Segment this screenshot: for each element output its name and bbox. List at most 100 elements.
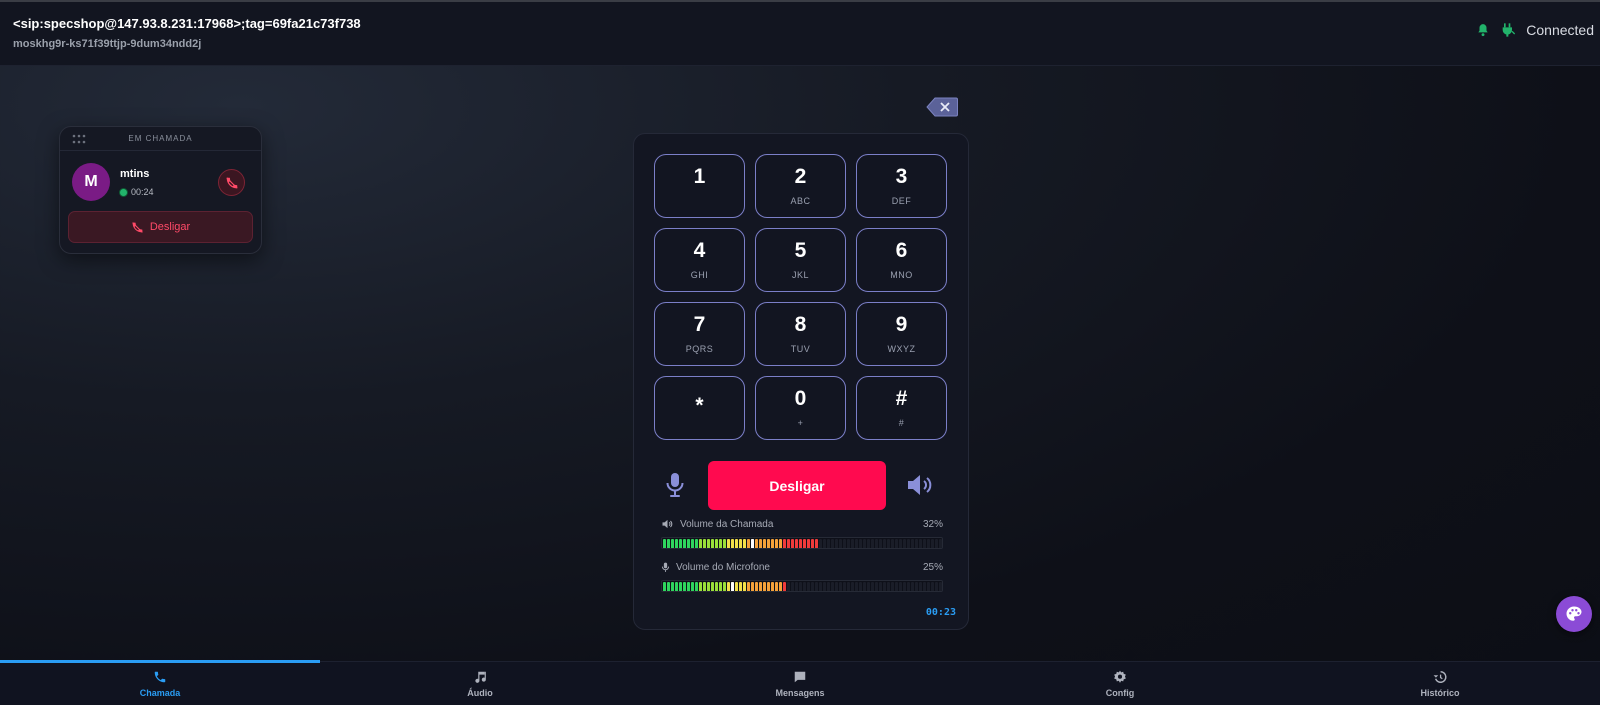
mini-hangup-button[interactable]: Desligar xyxy=(68,211,253,243)
phone-off-icon xyxy=(132,221,143,233)
meter-segment xyxy=(783,539,786,548)
key-6[interactable]: 6 MNO xyxy=(856,228,947,292)
tab-chamada[interactable]: Chamada xyxy=(0,662,320,705)
meter-segment xyxy=(763,582,766,591)
meter-segment xyxy=(935,582,938,591)
key-2[interactable]: 2 ABC xyxy=(755,154,846,218)
key-letters: PQRS xyxy=(685,344,714,354)
meter-segment xyxy=(739,582,742,591)
backspace-icon[interactable] xyxy=(926,97,958,117)
meter-segment xyxy=(907,539,910,548)
call-volume-meter[interactable] xyxy=(661,537,943,549)
theme-button[interactable] xyxy=(1556,596,1592,632)
meter-segment xyxy=(919,582,922,591)
meter-segment xyxy=(815,582,818,591)
meter-segment xyxy=(899,582,902,591)
microphone-icon[interactable] xyxy=(664,472,686,498)
hangup-button[interactable]: Desligar xyxy=(708,461,886,510)
key-8[interactable]: 8 TUV xyxy=(755,302,846,366)
mini-hangup-icon-button[interactable] xyxy=(218,169,245,196)
meter-segment xyxy=(843,539,846,548)
meter-segment xyxy=(843,582,846,591)
tab-label: Mensagens xyxy=(775,688,825,698)
meter-segment xyxy=(735,539,738,548)
microphone-small-icon xyxy=(661,562,670,572)
meter-segment xyxy=(695,539,698,548)
key-digit: # xyxy=(895,387,908,410)
meter-segment xyxy=(719,582,722,591)
key-3[interactable]: 3 DEF xyxy=(856,154,947,218)
key-letters: TUV xyxy=(790,344,811,354)
call-volume-control: Volume da Chamada 32% xyxy=(661,518,943,549)
key-star[interactable]: * xyxy=(654,376,745,440)
key-0[interactable]: 0 + xyxy=(755,376,846,440)
elapsed-time: 00:24 xyxy=(131,187,154,197)
tab-label: Chamada xyxy=(139,688,181,698)
meter-segment xyxy=(711,582,714,591)
meter-segment xyxy=(747,539,750,548)
meter-segment xyxy=(783,582,786,591)
meter-segment xyxy=(687,539,690,548)
in-call-widget[interactable]: EM CHAMADA M mtins 00:24 Desligar xyxy=(59,126,262,254)
speaker-icon[interactable] xyxy=(906,473,934,497)
key-5[interactable]: 5 JKL xyxy=(755,228,846,292)
meter-segment xyxy=(755,539,758,548)
meter-segment xyxy=(775,582,778,591)
meter-segment xyxy=(863,539,866,548)
meter-segment xyxy=(883,539,886,548)
meter-segment xyxy=(667,539,670,548)
meter-segment xyxy=(711,539,714,548)
meter-segment xyxy=(735,582,738,591)
meter-segment xyxy=(891,539,894,548)
meter-segment xyxy=(835,582,838,591)
meter-segment xyxy=(855,582,858,591)
key-letters: JKL xyxy=(791,270,809,280)
meter-segment xyxy=(799,539,802,548)
tab-audio[interactable]: Áudio xyxy=(320,662,640,705)
tab-historico[interactable]: Histórico xyxy=(1280,662,1600,705)
meter-segment xyxy=(859,539,862,548)
music-icon xyxy=(475,671,486,683)
meter-thumb[interactable] xyxy=(751,539,754,548)
meter-segment xyxy=(779,582,782,591)
key-digit: 4 xyxy=(693,239,706,262)
plug-icon xyxy=(1502,23,1516,37)
meter-segment xyxy=(811,582,814,591)
bottom-nav: Chamada Áudio Mensagens Config Histórico xyxy=(0,660,1600,705)
key-hash[interactable]: # # xyxy=(856,376,947,440)
meter-segment xyxy=(903,582,906,591)
meter-thumb[interactable] xyxy=(731,582,734,591)
meter-segment xyxy=(731,539,734,548)
meter-segment xyxy=(831,582,834,591)
mic-volume-meter[interactable] xyxy=(661,580,943,592)
tab-config[interactable]: Config xyxy=(960,662,1280,705)
meter-segment xyxy=(699,539,702,548)
bell-icon[interactable] xyxy=(1476,23,1490,37)
app-header: <sip:specshop@147.93.8.231:17968>;tag=69… xyxy=(0,2,1600,66)
keypad-grid: 1 2 ABC 3 DEF 4 GHI 5 JKL 6 MNO 7 PQRS 8 TUV 9 W… xyxy=(654,154,947,440)
meter-segment xyxy=(883,582,886,591)
meter-segment xyxy=(935,539,938,548)
key-letters: WXYZ xyxy=(887,344,916,354)
meter-segment xyxy=(715,582,718,591)
meter-segment xyxy=(839,539,842,548)
meter-segment xyxy=(679,539,682,548)
gear-icon xyxy=(1114,670,1126,683)
meter-segment xyxy=(839,582,842,591)
meter-segment xyxy=(699,582,702,591)
meter-segment xyxy=(723,539,726,548)
meter-segment xyxy=(771,582,774,591)
meter-segment xyxy=(743,582,746,591)
key-9[interactable]: 9 WXYZ xyxy=(856,302,947,366)
meter-segment xyxy=(903,539,906,548)
meter-segment xyxy=(715,539,718,548)
tab-mensagens[interactable]: Mensagens xyxy=(640,662,960,705)
meter-segment xyxy=(683,582,686,591)
meter-segment xyxy=(739,539,742,548)
meter-segment xyxy=(687,582,690,591)
key-7[interactable]: 7 PQRS xyxy=(654,302,745,366)
call-volume-value: 32% xyxy=(922,518,943,530)
meter-segment xyxy=(871,539,874,548)
key-4[interactable]: 4 GHI xyxy=(654,228,745,292)
key-1[interactable]: 1 xyxy=(654,154,745,218)
